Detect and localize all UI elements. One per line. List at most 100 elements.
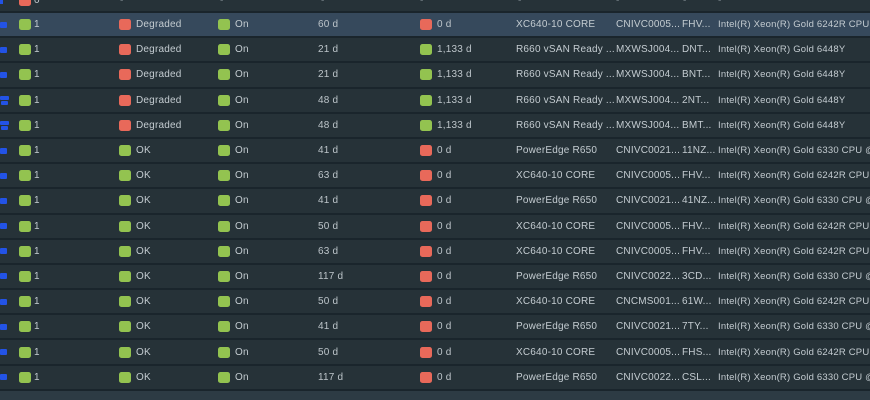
device-link[interactable] bbox=[0, 215, 11, 238]
model-label: XC640-10 CORE bbox=[516, 340, 595, 363]
health-status-square-icon bbox=[119, 296, 131, 307]
model-label: XC640-10 CORE bbox=[516, 240, 595, 263]
table-row[interactable]: 1OKOn50 d0 dXC640-10 CORECNCMS001...61W.… bbox=[0, 290, 870, 315]
power-state-cell bbox=[218, 114, 230, 137]
uptime-value: 48 d bbox=[318, 114, 338, 137]
table-row[interactable]: 1OKOn117 d0 dPowerEdge R650CNIVC0022...C… bbox=[0, 366, 870, 391]
device-link[interactable] bbox=[0, 240, 11, 263]
device-link[interactable] bbox=[0, 0, 11, 13]
warranty-cell bbox=[420, 114, 432, 137]
service-tag-label: MXWSJ004... bbox=[616, 38, 679, 61]
health-status-label: Degraded bbox=[136, 38, 182, 61]
table-row[interactable]: 1DegradedOn48 d1,133 dR660 vSAN Ready ..… bbox=[0, 89, 870, 114]
table-row[interactable]: 1OKOn63 d0 dXC640-10 CORECNIVC0005...FHV… bbox=[0, 164, 870, 189]
service-tag-label: CNIVC0005... bbox=[616, 164, 680, 187]
warranty-cell bbox=[420, 164, 432, 187]
device-link[interactable] bbox=[0, 265, 11, 288]
health-status-label: OK bbox=[136, 215, 151, 238]
device-link[interactable] bbox=[0, 38, 11, 61]
warranty-status-square-icon bbox=[420, 221, 432, 232]
alert-count-cell bbox=[19, 290, 31, 313]
model-label: R660 vSAN Ready ... bbox=[516, 63, 615, 86]
alert-count-value: 1 bbox=[34, 189, 40, 212]
device-link-icon bbox=[0, 173, 7, 179]
table-row[interactable]: 1OKOn41 d0 dPowerEdge R650CNIVC0021...41… bbox=[0, 189, 870, 214]
health-status-label: Degraded bbox=[136, 114, 182, 137]
alert-count-value: 1 bbox=[34, 114, 40, 137]
uptime-value: 21 d bbox=[318, 38, 338, 61]
alert-status-square-icon bbox=[19, 120, 31, 131]
alert-count-cell bbox=[19, 63, 31, 86]
table-row[interactable]: 1OKOn117 d0 dPowerEdge R650CNIVC0022...3… bbox=[0, 265, 870, 290]
device-link[interactable] bbox=[0, 189, 11, 212]
health-status-cell bbox=[119, 265, 131, 288]
alert-count-cell bbox=[19, 315, 31, 338]
table-row-clipped-top[interactable]: 0-------- bbox=[0, 0, 870, 13]
power-state-label: On bbox=[235, 164, 249, 187]
alert-status-square-icon bbox=[19, 195, 31, 206]
asset-tag-label: FHV... bbox=[682, 240, 711, 263]
warranty-days-value: 1,133 d bbox=[437, 114, 472, 137]
health-status-square-icon bbox=[119, 19, 131, 30]
warranty-cell bbox=[420, 189, 432, 212]
alert-count-cell bbox=[19, 13, 31, 36]
health-status-label: OK bbox=[136, 290, 151, 313]
health-status-square-icon bbox=[119, 145, 131, 156]
table-row[interactable]: 1DegradedOn48 d1,133 dR660 vSAN Ready ..… bbox=[0, 114, 870, 139]
health-status-cell bbox=[119, 215, 131, 238]
power-state-cell bbox=[218, 63, 230, 86]
power-state-square-icon bbox=[218, 44, 230, 55]
table-row[interactable]: 1OKOn41 d0 dPowerEdge R650CNIVC0021...11… bbox=[0, 139, 870, 164]
health-status-cell bbox=[119, 240, 131, 263]
device-link[interactable] bbox=[0, 340, 11, 363]
warranty-days-value: 0 d bbox=[437, 366, 452, 389]
asset-tag-label: FHS... bbox=[682, 340, 712, 363]
asset-tag-label: 7TY... bbox=[682, 315, 709, 338]
device-link[interactable] bbox=[0, 290, 11, 313]
device-link[interactable] bbox=[0, 63, 11, 86]
table-row[interactable]: 1DegradedOn21 d1,133 dR660 vSAN Ready ..… bbox=[0, 63, 870, 88]
power-state-square-icon bbox=[218, 347, 230, 358]
alert-count-cell bbox=[19, 139, 31, 162]
cpu-label: Intel(R) Xeon(R) Gold 6330 CPU @ 2. bbox=[718, 315, 870, 338]
health-status-square-icon bbox=[119, 44, 131, 55]
power-state-cell bbox=[218, 189, 230, 212]
warranty-days-value: 0 d bbox=[437, 315, 452, 338]
alert-status-square-icon bbox=[19, 170, 31, 181]
warranty-status-square-icon bbox=[420, 296, 432, 307]
device-link[interactable] bbox=[0, 315, 11, 338]
table-row[interactable]: 1DegradedOn60 d0 dXC640-10 CORECNIVC0005… bbox=[0, 13, 870, 38]
alert-count-cell bbox=[19, 114, 31, 137]
health-status-square-icon bbox=[119, 271, 131, 282]
health-status-square-icon bbox=[119, 372, 131, 383]
service-tag-label: CNIVC0005... bbox=[616, 240, 680, 263]
cpu-label: Intel(R) Xeon(R) Gold 6330 CPU @ 2. bbox=[718, 366, 870, 389]
power-state-square-icon bbox=[218, 19, 230, 30]
table-row[interactable]: 1OKOn63 d0 dXC640-10 CORECNIVC0005...FHV… bbox=[0, 240, 870, 265]
alert-status-square-icon bbox=[19, 347, 31, 358]
warranty-days-value: 0 d bbox=[437, 189, 452, 212]
table-row[interactable]: 1OKOn50 d0 dXC640-10 CORECNIVC0005...FHS… bbox=[0, 340, 870, 365]
device-link-icon bbox=[0, 96, 10, 105]
table-row[interactable]: 1DegradedOn21 d1,133 dR660 vSAN Ready ..… bbox=[0, 38, 870, 63]
table-row[interactable]: 1OKOn50 d0 dXC640-10 CORECNIVC0005...FHV… bbox=[0, 215, 870, 240]
device-link[interactable] bbox=[0, 366, 11, 389]
health-status-label: OK bbox=[136, 315, 151, 338]
alert-status-square-icon bbox=[19, 95, 31, 106]
alert-count-value: 1 bbox=[34, 240, 40, 263]
power-state-cell bbox=[218, 13, 230, 36]
table-row[interactable]: 1OKOn41 d0 dPowerEdge R650CNIVC0021...7T… bbox=[0, 315, 870, 340]
empty-value-dash: - bbox=[321, 0, 325, 13]
warranty-status-square-icon bbox=[420, 95, 432, 106]
power-state-label: On bbox=[235, 63, 249, 86]
device-link-icon bbox=[0, 72, 7, 78]
device-link[interactable] bbox=[0, 114, 11, 137]
warranty-cell bbox=[420, 265, 432, 288]
warranty-cell bbox=[420, 139, 432, 162]
device-link[interactable] bbox=[0, 13, 11, 36]
health-status-cell bbox=[119, 114, 131, 137]
device-link[interactable] bbox=[0, 89, 11, 112]
device-link[interactable] bbox=[0, 164, 11, 187]
device-link[interactable] bbox=[0, 139, 11, 162]
alert-count-cell bbox=[19, 340, 31, 363]
